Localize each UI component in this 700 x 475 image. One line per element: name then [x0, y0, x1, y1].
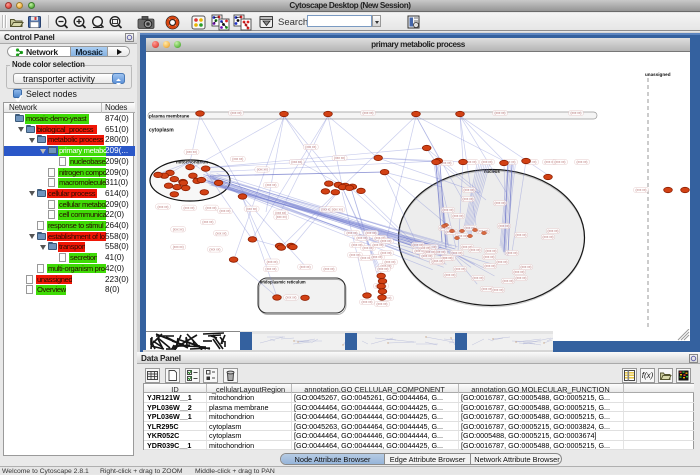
svg-text:(xxx xx): (xxx xx) — [548, 229, 559, 233]
svg-text:(xxx xx): (xxx xx) — [265, 267, 276, 271]
svg-text:(xxx xx): (xxx xx) — [433, 259, 444, 263]
svg-text:(xxx xx): (xxx xx) — [521, 265, 532, 269]
svg-text:(xxx xx): (xxx xx) — [286, 296, 297, 300]
svg-text:(xxx xx): (xxx xx) — [503, 279, 514, 283]
svg-text:cytoplasm: cytoplasm — [149, 128, 174, 134]
svg-text:(xxx xx): (xxx xx) — [516, 233, 527, 237]
svg-text:(xxx xx): (xxx xx) — [324, 267, 335, 271]
svg-text:(xxx xx): (xxx xx) — [486, 249, 497, 253]
svg-text:(xxx xx): (xxx xx) — [366, 231, 377, 235]
svg-text:(xxx xx): (xxx xx) — [482, 287, 493, 291]
svg-text:(xxx xx): (xxx xx) — [347, 231, 358, 235]
svg-text:(xxx xx): (xxx xx) — [452, 251, 463, 255]
svg-text:(xxx xx): (xxx xx) — [300, 265, 311, 269]
svg-text:(xxx xx): (xxx xx) — [334, 156, 345, 160]
svg-text:(xxx xx): (xxx xx) — [555, 160, 566, 164]
svg-text:(xxx xx): (xxx xx) — [495, 111, 506, 115]
svg-text:(xxx xx): (xxx xx) — [543, 235, 554, 239]
svg-text:(xxx xx): (xxx xx) — [445, 273, 456, 277]
svg-text:(xxx xx): (xxx xx) — [381, 239, 392, 243]
svg-text:(xxx xx): (xxx xx) — [636, 188, 647, 192]
svg-text:(xxx xx): (xxx xx) — [516, 276, 527, 280]
svg-text:(xxx xx): (xxx xx) — [455, 267, 466, 271]
svg-text:(xxx xx): (xxx xx) — [209, 248, 220, 252]
svg-text:unassigned: unassigned — [645, 72, 671, 77]
svg-text:(xxx xx): (xxx xx) — [173, 245, 184, 249]
svg-text:(xxx xx): (xxx xx) — [257, 168, 268, 172]
svg-text:(xxx xx): (xxx xx) — [482, 160, 493, 164]
svg-text:(xxx xx): (xxx xx) — [202, 220, 213, 224]
svg-text:(xxx xx): (xxx xx) — [473, 276, 484, 280]
svg-text:(xxx xx): (xxx xx) — [413, 243, 424, 247]
svg-text:(xxx xx): (xxx xx) — [577, 160, 588, 164]
svg-text:(xxx xx): (xxx xx) — [232, 157, 243, 161]
svg-text:(xxx xx): (xxx xx) — [499, 224, 510, 228]
svg-text:(xxx xx): (xxx xx) — [332, 208, 343, 212]
svg-text:(xxx xx): (xxx xx) — [470, 248, 481, 252]
svg-text:(xxx xx): (xxx xx) — [206, 206, 217, 210]
svg-text:(xxx xx): (xxx xx) — [362, 300, 373, 304]
svg-text:(xxx xx): (xxx xx) — [514, 270, 525, 274]
svg-text:(xxx xx): (xxx xx) — [158, 205, 169, 209]
svg-text:(xxx xx): (xxx xx) — [305, 145, 316, 149]
svg-text:(xxx xx): (xxx xx) — [493, 288, 504, 292]
svg-text:(xxx xx): (xxx xx) — [357, 236, 368, 240]
svg-text:(xxx xx): (xxx xx) — [184, 206, 195, 210]
svg-text:(xxx xx): (xxx xx) — [485, 264, 496, 268]
svg-text:(xxx xx): (xxx xx) — [378, 267, 389, 271]
svg-text:(xxx xx): (xxx xx) — [507, 251, 518, 255]
svg-text:(xxx xx): (xxx xx) — [186, 150, 197, 154]
svg-text:endoplasmic reticulum: endoplasmic reticulum — [260, 280, 306, 285]
svg-text:plasma membrane: plasma membrane — [149, 114, 190, 119]
svg-text:(xxx xx): (xxx xx) — [377, 302, 388, 306]
svg-text:(xxx xx): (xxx xx) — [495, 201, 506, 205]
svg-text:(xxx xx): (xxx xx) — [216, 231, 227, 235]
svg-text:(xxx xx): (xxx xx) — [464, 188, 475, 192]
svg-text:(xxx xx): (xxx xx) — [173, 228, 184, 232]
svg-text:(xxx xx): (xxx xx) — [484, 255, 495, 259]
svg-text:(xxx xx): (xxx xx) — [267, 260, 278, 264]
svg-text:(xxx xx): (xxx xx) — [265, 183, 276, 187]
svg-text:(xxx xx): (xxx xx) — [385, 260, 396, 264]
svg-text:(xxx xx): (xxx xx) — [571, 111, 582, 115]
svg-text:(xxx xx): (xxx xx) — [231, 111, 242, 115]
svg-text:(xxx xx): (xxx xx) — [220, 209, 231, 213]
svg-text:(xxx xx): (xxx xx) — [497, 260, 508, 264]
svg-text:(xxx xx): (xxx xx) — [463, 197, 474, 201]
svg-text:(xxx xx): (xxx xx) — [381, 251, 392, 255]
svg-text:(xxx xx): (xxx xx) — [363, 111, 374, 115]
svg-text:(xxx xx): (xxx xx) — [291, 160, 302, 164]
svg-text:(xxx xx): (xxx xx) — [453, 214, 464, 218]
svg-text:(xxx xx): (xxx xx) — [443, 208, 454, 212]
svg-text:(xxx xx): (xxx xx) — [246, 207, 257, 211]
svg-text:(xxx xx): (xxx xx) — [276, 215, 287, 219]
